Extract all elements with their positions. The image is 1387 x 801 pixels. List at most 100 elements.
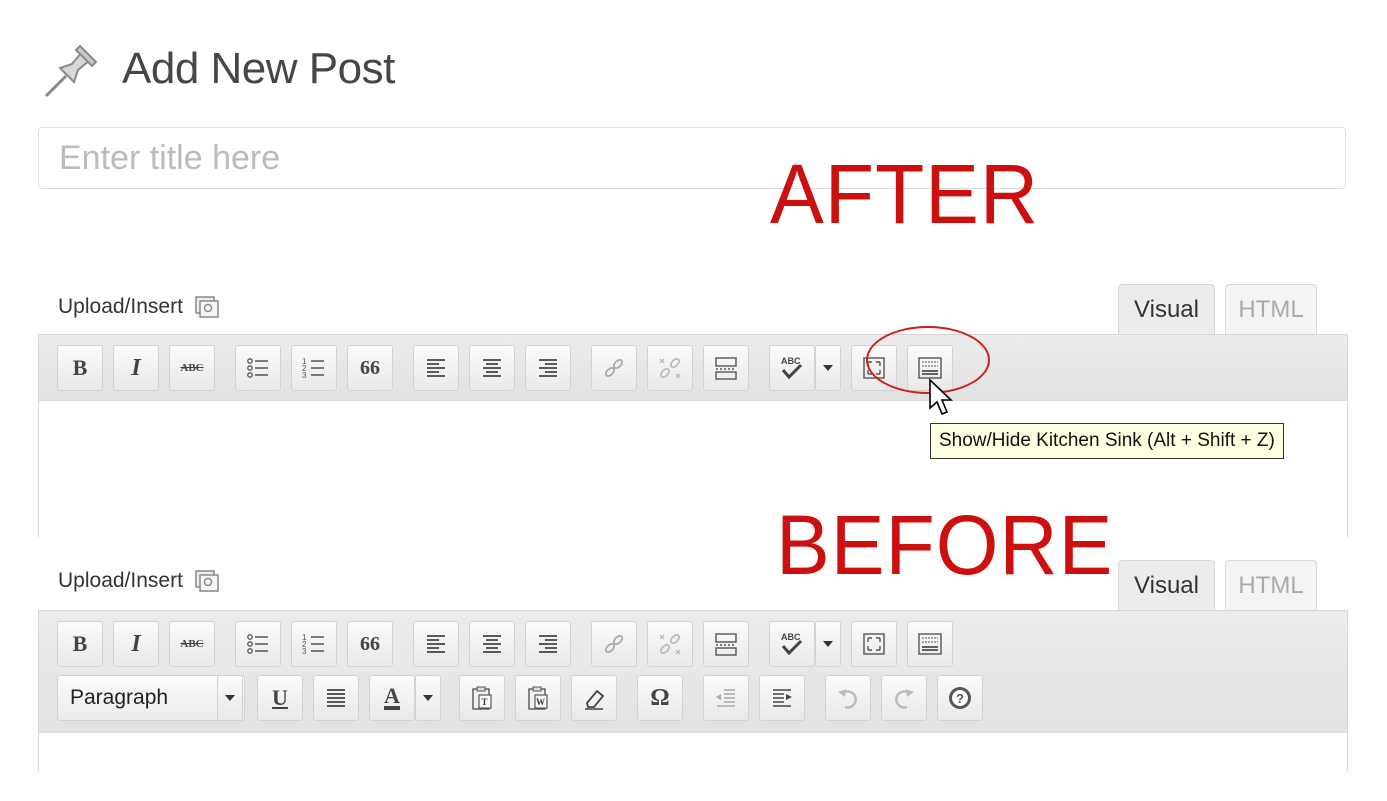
- spellcheck-dropdown[interactable]: [815, 621, 841, 667]
- insert-more-button[interactable]: [703, 345, 749, 391]
- text-color-button[interactable]: A: [369, 675, 415, 721]
- bold-button[interactable]: B: [57, 345, 103, 391]
- editor-content-area[interactable]: [38, 732, 1348, 772]
- chevron-down-icon: [823, 365, 833, 371]
- italic-button[interactable]: I: [113, 345, 159, 391]
- media-icon[interactable]: [193, 294, 221, 320]
- bullet-list-icon: [247, 634, 268, 654]
- editor-toolbar: B I ABC 123 66 ABC: [38, 610, 1348, 732]
- align-center-icon: [483, 359, 501, 377]
- chevron-down-icon: [225, 695, 235, 701]
- tab-visual[interactable]: Visual: [1118, 560, 1215, 610]
- chevron-down-icon: [823, 641, 833, 647]
- blockquote-button[interactable]: 66: [347, 621, 393, 667]
- after-annotation: AFTER: [770, 147, 1040, 241]
- more-tag-icon: [715, 357, 737, 380]
- upload-insert-label: Upload/Insert: [58, 295, 183, 318]
- outdent-button[interactable]: [703, 675, 749, 721]
- svg-text:3: 3: [302, 371, 307, 380]
- before-annotation: BEFORE: [776, 498, 1114, 592]
- align-left-icon: [427, 359, 445, 377]
- bullet-list-button[interactable]: [235, 345, 281, 391]
- tab-visual[interactable]: Visual: [1118, 284, 1215, 334]
- upload-insert-row[interactable]: Upload/Insert: [58, 568, 221, 594]
- align-left-icon: [427, 635, 445, 653]
- paste-text-button[interactable]: T: [459, 675, 505, 721]
- chevron-down-icon: [423, 695, 433, 701]
- undo-button[interactable]: [825, 675, 871, 721]
- page-title: Add New Post: [122, 44, 395, 93]
- spellcheck-dropdown[interactable]: [815, 345, 841, 391]
- insert-link-button[interactable]: [591, 621, 637, 667]
- redo-icon: [895, 689, 914, 709]
- tab-html[interactable]: HTML: [1225, 284, 1317, 334]
- editor-before: Upload/Insert Visual HTML B I ABC 123 66: [38, 558, 1348, 772]
- spellcheck-button[interactable]: ABC: [769, 621, 815, 667]
- insert-more-button[interactable]: [703, 621, 749, 667]
- spellcheck-button[interactable]: ABC: [769, 345, 815, 391]
- help-button[interactable]: ?: [937, 675, 983, 721]
- bullet-list-icon: [247, 358, 268, 378]
- strikethrough-button[interactable]: ABC: [169, 345, 215, 391]
- svg-text:ABC: ABC: [781, 632, 801, 642]
- align-center-button[interactable]: [469, 621, 515, 667]
- italic-button[interactable]: I: [113, 621, 159, 667]
- align-right-button[interactable]: [525, 345, 571, 391]
- align-right-button[interactable]: [525, 621, 571, 667]
- paste-word-icon: W: [528, 686, 548, 710]
- editor-after: Upload/Insert Visual HTML B I ABC 123 66: [38, 282, 1348, 537]
- fullscreen-button[interactable]: [851, 621, 897, 667]
- align-center-icon: [483, 635, 501, 653]
- special-character-button[interactable]: Ω: [637, 675, 683, 721]
- spellcheck-icon: ABC: [781, 356, 803, 380]
- clear-formatting-button[interactable]: [571, 675, 617, 721]
- page-header: Add New Post: [40, 38, 395, 100]
- paste-text-icon: T: [472, 686, 492, 710]
- indent-icon: [773, 689, 792, 707]
- unlink-button[interactable]: [647, 621, 693, 667]
- bullet-list-button[interactable]: [235, 621, 281, 667]
- kitchen-sink-button[interactable]: [907, 621, 953, 667]
- upload-insert-row[interactable]: Upload/Insert: [58, 294, 221, 320]
- unlink-button[interactable]: [647, 345, 693, 391]
- numbered-list-button[interactable]: 123: [291, 621, 337, 667]
- link-icon: [604, 358, 624, 378]
- align-left-button[interactable]: [413, 345, 459, 391]
- align-left-button[interactable]: [413, 621, 459, 667]
- mouse-cursor-icon: [929, 378, 953, 416]
- link-icon: [604, 634, 624, 654]
- media-icon[interactable]: [193, 568, 221, 594]
- post-title-input[interactable]: [38, 127, 1346, 189]
- numbered-list-button[interactable]: 123: [291, 345, 337, 391]
- fullscreen-icon: [863, 633, 885, 655]
- editor-toolbar: B I ABC 123 66 ABC: [38, 334, 1348, 400]
- kitchen-sink-icon: [918, 633, 942, 655]
- undo-icon: [838, 689, 857, 709]
- align-justify-icon: [327, 689, 345, 707]
- tab-html[interactable]: HTML: [1225, 560, 1317, 610]
- numbered-list-icon: 123: [302, 633, 324, 656]
- align-center-button[interactable]: [469, 345, 515, 391]
- help-icon: ?: [949, 687, 971, 709]
- align-justify-button[interactable]: [313, 675, 359, 721]
- svg-text:?: ?: [956, 691, 964, 706]
- pushpin-icon: [44, 44, 98, 98]
- insert-link-button[interactable]: [591, 345, 637, 391]
- svg-text:ABC: ABC: [781, 356, 801, 366]
- underline-button[interactable]: U: [257, 675, 303, 721]
- bold-button[interactable]: B: [57, 621, 103, 667]
- upload-insert-label: Upload/Insert: [58, 569, 183, 592]
- redo-button[interactable]: [881, 675, 927, 721]
- unlink-icon: [659, 633, 681, 655]
- indent-button[interactable]: [759, 675, 805, 721]
- strikethrough-button[interactable]: ABC: [169, 621, 215, 667]
- svg-text:W: W: [536, 697, 545, 707]
- text-color-dropdown[interactable]: [415, 675, 441, 721]
- kitchen-sink-tooltip: Show/Hide Kitchen Sink (Alt + Shift + Z): [930, 423, 1284, 459]
- blockquote-button[interactable]: 66: [347, 345, 393, 391]
- unlink-icon: [659, 357, 681, 379]
- paste-word-button[interactable]: W: [515, 675, 561, 721]
- spellcheck-icon: ABC: [781, 632, 803, 656]
- editor-content-area[interactable]: [38, 400, 1348, 537]
- format-dropdown[interactable]: [217, 675, 243, 721]
